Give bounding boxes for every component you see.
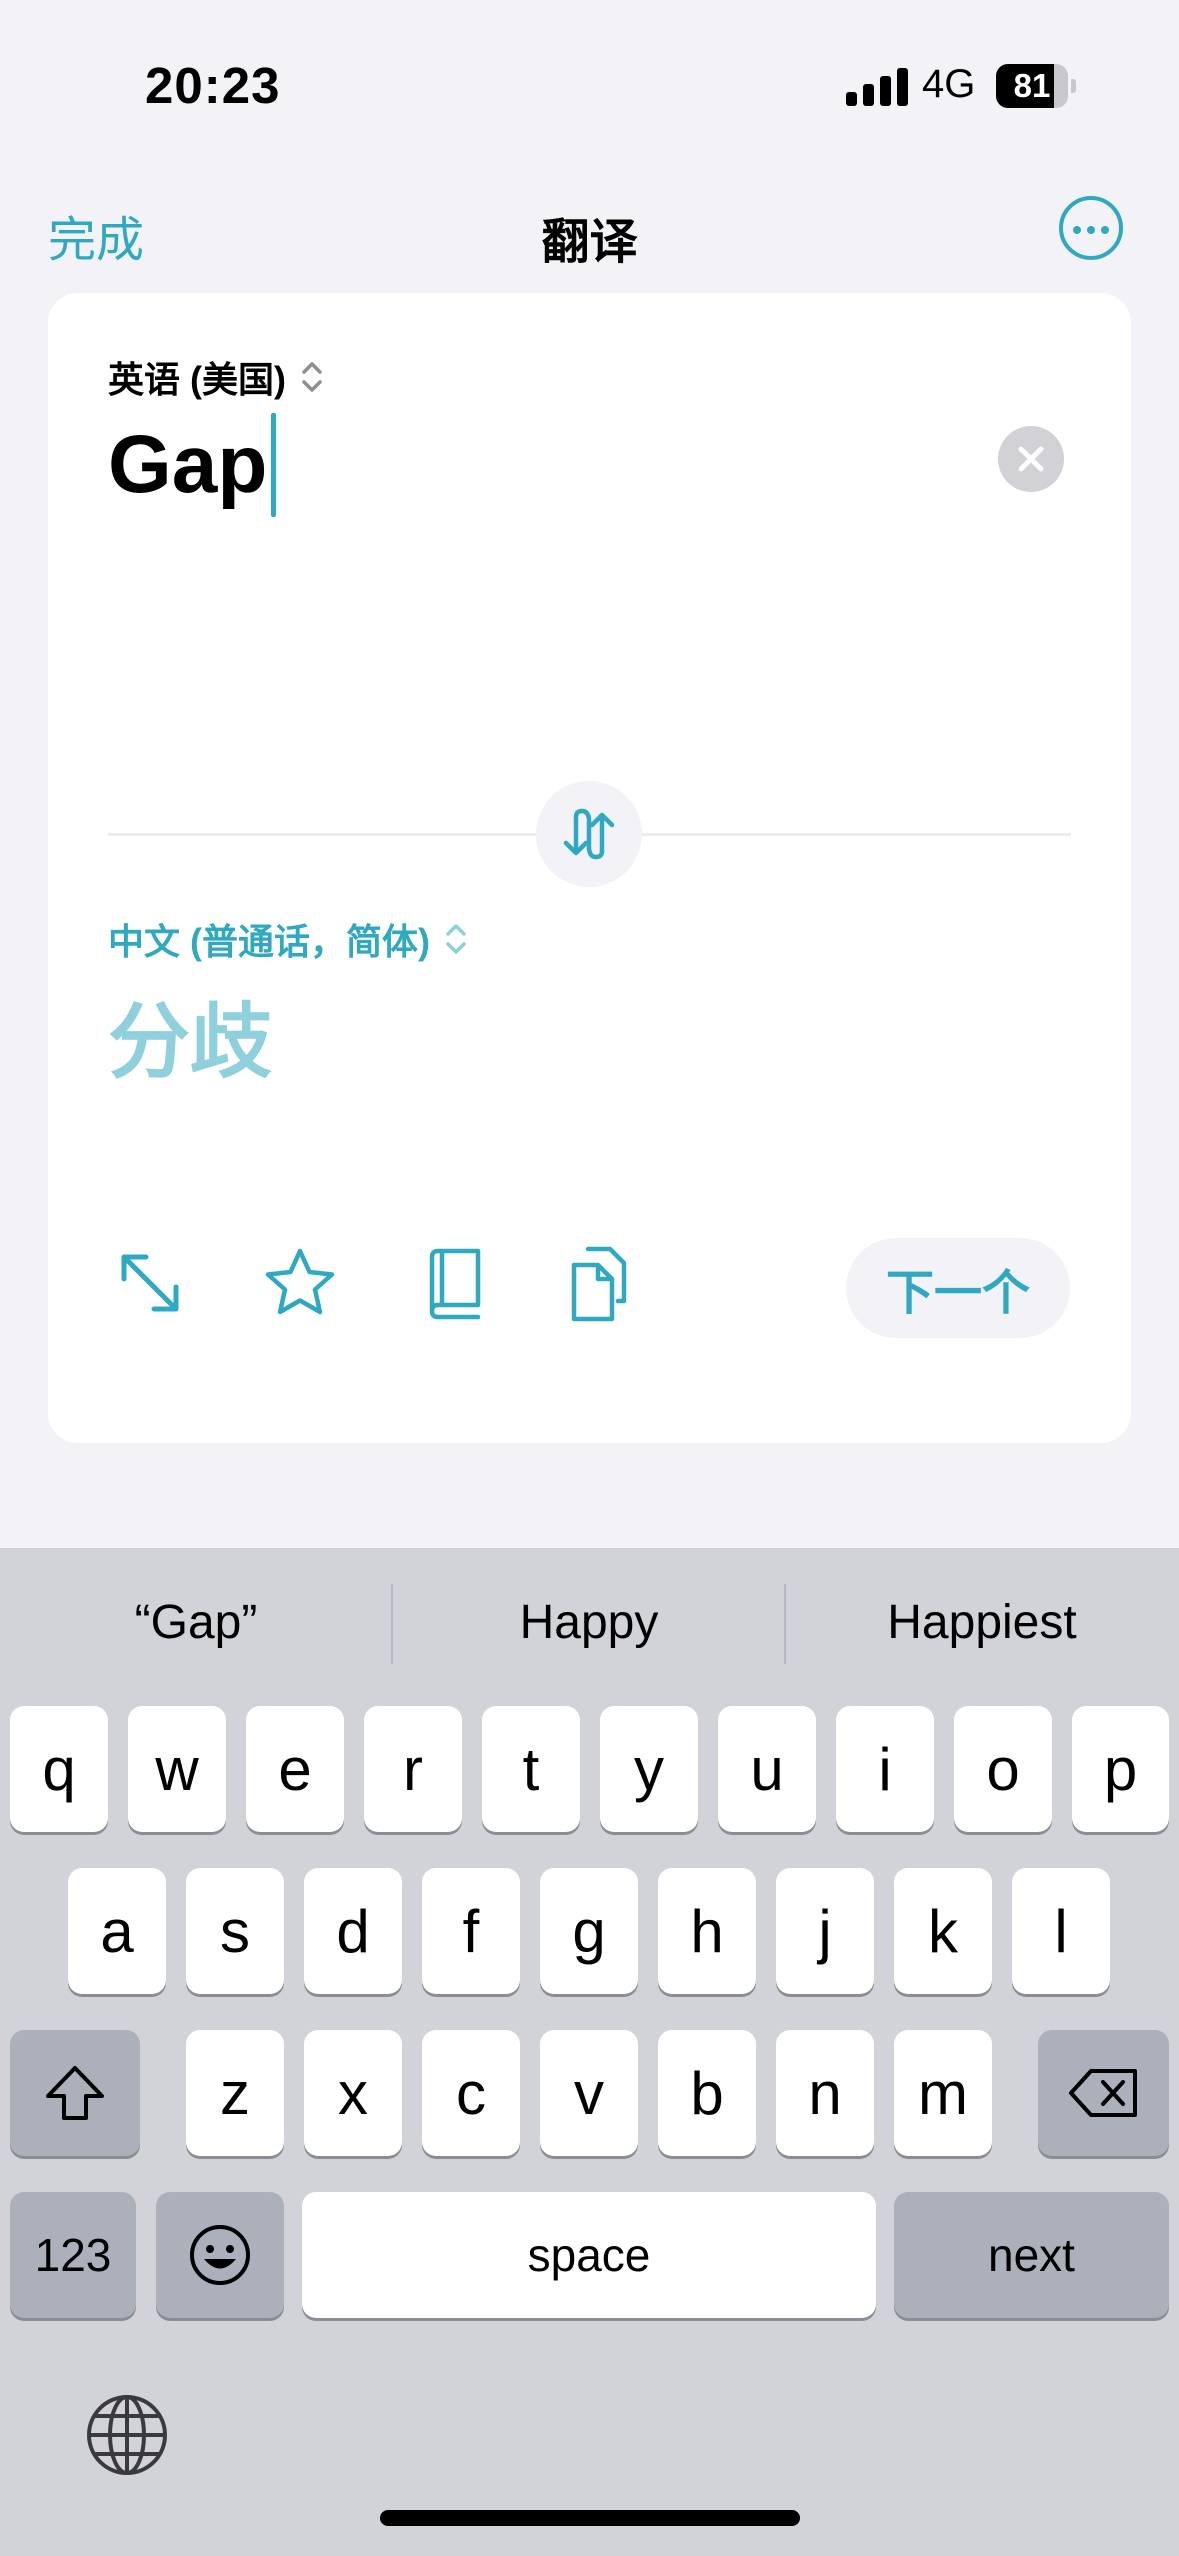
source-language-selector[interactable]: 英语 (美国) — [108, 351, 324, 403]
book-icon[interactable] — [416, 1243, 496, 1323]
cellular-signal-icon — [846, 68, 908, 106]
key-u[interactable]: u — [718, 1706, 816, 1832]
status-time: 20:23 — [145, 57, 281, 114]
expand-icon[interactable] — [110, 1243, 190, 1323]
space-key[interactable]: space — [302, 2192, 876, 2318]
delete-key[interactable] — [1038, 2030, 1169, 2156]
copy-icon[interactable] — [560, 1243, 640, 1323]
source-text: Gap — [108, 419, 268, 510]
key-e[interactable]: e — [246, 1706, 344, 1832]
key-l[interactable]: l — [1012, 1868, 1110, 1994]
key-d[interactable]: d — [304, 1868, 402, 1994]
star-icon[interactable] — [260, 1243, 340, 1323]
swap-languages-icon[interactable] — [536, 781, 642, 887]
battery-level: 81 — [1013, 67, 1051, 104]
source-language-label: 英语 (美国) — [108, 359, 286, 400]
ellipsis-circle-icon[interactable] — [1059, 196, 1123, 260]
key-j[interactable]: j — [776, 1868, 874, 1994]
key-a[interactable]: a — [68, 1868, 166, 1994]
key-c[interactable]: c — [422, 2030, 520, 2156]
translation-card: 英语 (美国) Gap 中文 (普通话，简体) 分歧 下一个 — [48, 293, 1131, 1443]
suggestion-item[interactable]: Happiest — [786, 1548, 1178, 1698]
key-r[interactable]: r — [364, 1706, 462, 1832]
key-t[interactable]: t — [482, 1706, 580, 1832]
status-bar: 20:23 4G 81 — [0, 0, 1179, 170]
key-m[interactable]: m — [894, 2030, 992, 2156]
target-language-selector[interactable]: 中文 (普通话，简体) — [108, 913, 468, 965]
globe-icon[interactable] — [82, 2390, 172, 2480]
nav-bar: 完成 翻译 — [0, 170, 1179, 290]
text-caret — [271, 413, 277, 517]
emoji-key[interactable] — [156, 2192, 284, 2318]
translated-text: 分歧 — [108, 997, 273, 1088]
key-w[interactable]: w — [128, 1706, 226, 1832]
target-language-label: 中文 (普通话，简体) — [108, 921, 430, 962]
suggestion-item[interactable]: “Gap” — [0, 1548, 392, 1698]
next-button[interactable]: 下一个 — [846, 1238, 1070, 1338]
chevron-up-down-icon — [302, 362, 322, 392]
key-g[interactable]: g — [540, 1868, 638, 1994]
shift-key[interactable] — [10, 2030, 140, 2156]
network-type: 4G — [922, 62, 976, 106]
next-key[interactable]: next — [894, 2192, 1169, 2318]
key-k[interactable]: k — [894, 1868, 992, 1994]
key-y[interactable]: y — [600, 1706, 698, 1832]
suggestion-bar: “Gap” Happy Happiest — [0, 1548, 1179, 1698]
key-z[interactable]: z — [186, 2030, 284, 2156]
shift-icon — [46, 2066, 104, 2120]
chevron-up-down-icon — [446, 924, 466, 954]
key-o[interactable]: o — [954, 1706, 1052, 1832]
key-v[interactable]: v — [540, 2030, 638, 2156]
delete-backward-icon — [1068, 2069, 1137, 2117]
key-x[interactable]: x — [304, 2030, 402, 2156]
key-s[interactable]: s — [186, 1868, 284, 1994]
key-p[interactable]: p — [1072, 1706, 1169, 1832]
key-h[interactable]: h — [658, 1868, 756, 1994]
key-b[interactable]: b — [658, 2030, 756, 2156]
key-f[interactable]: f — [422, 1868, 520, 1994]
clear-icon[interactable] — [998, 426, 1064, 492]
key-q[interactable]: q — [10, 1706, 108, 1832]
source-text-input[interactable]: Gap — [108, 413, 277, 517]
emoji-icon — [190, 2225, 250, 2285]
key-n[interactable]: n — [776, 2030, 874, 2156]
home-indicator[interactable] — [380, 2510, 800, 2526]
battery-icon: 81 — [996, 64, 1076, 108]
numbers-key[interactable]: 123 — [10, 2192, 136, 2318]
key-i[interactable]: i — [836, 1706, 934, 1832]
page-title: 翻译 — [541, 216, 638, 269]
suggestion-item[interactable]: Happy — [393, 1548, 785, 1698]
